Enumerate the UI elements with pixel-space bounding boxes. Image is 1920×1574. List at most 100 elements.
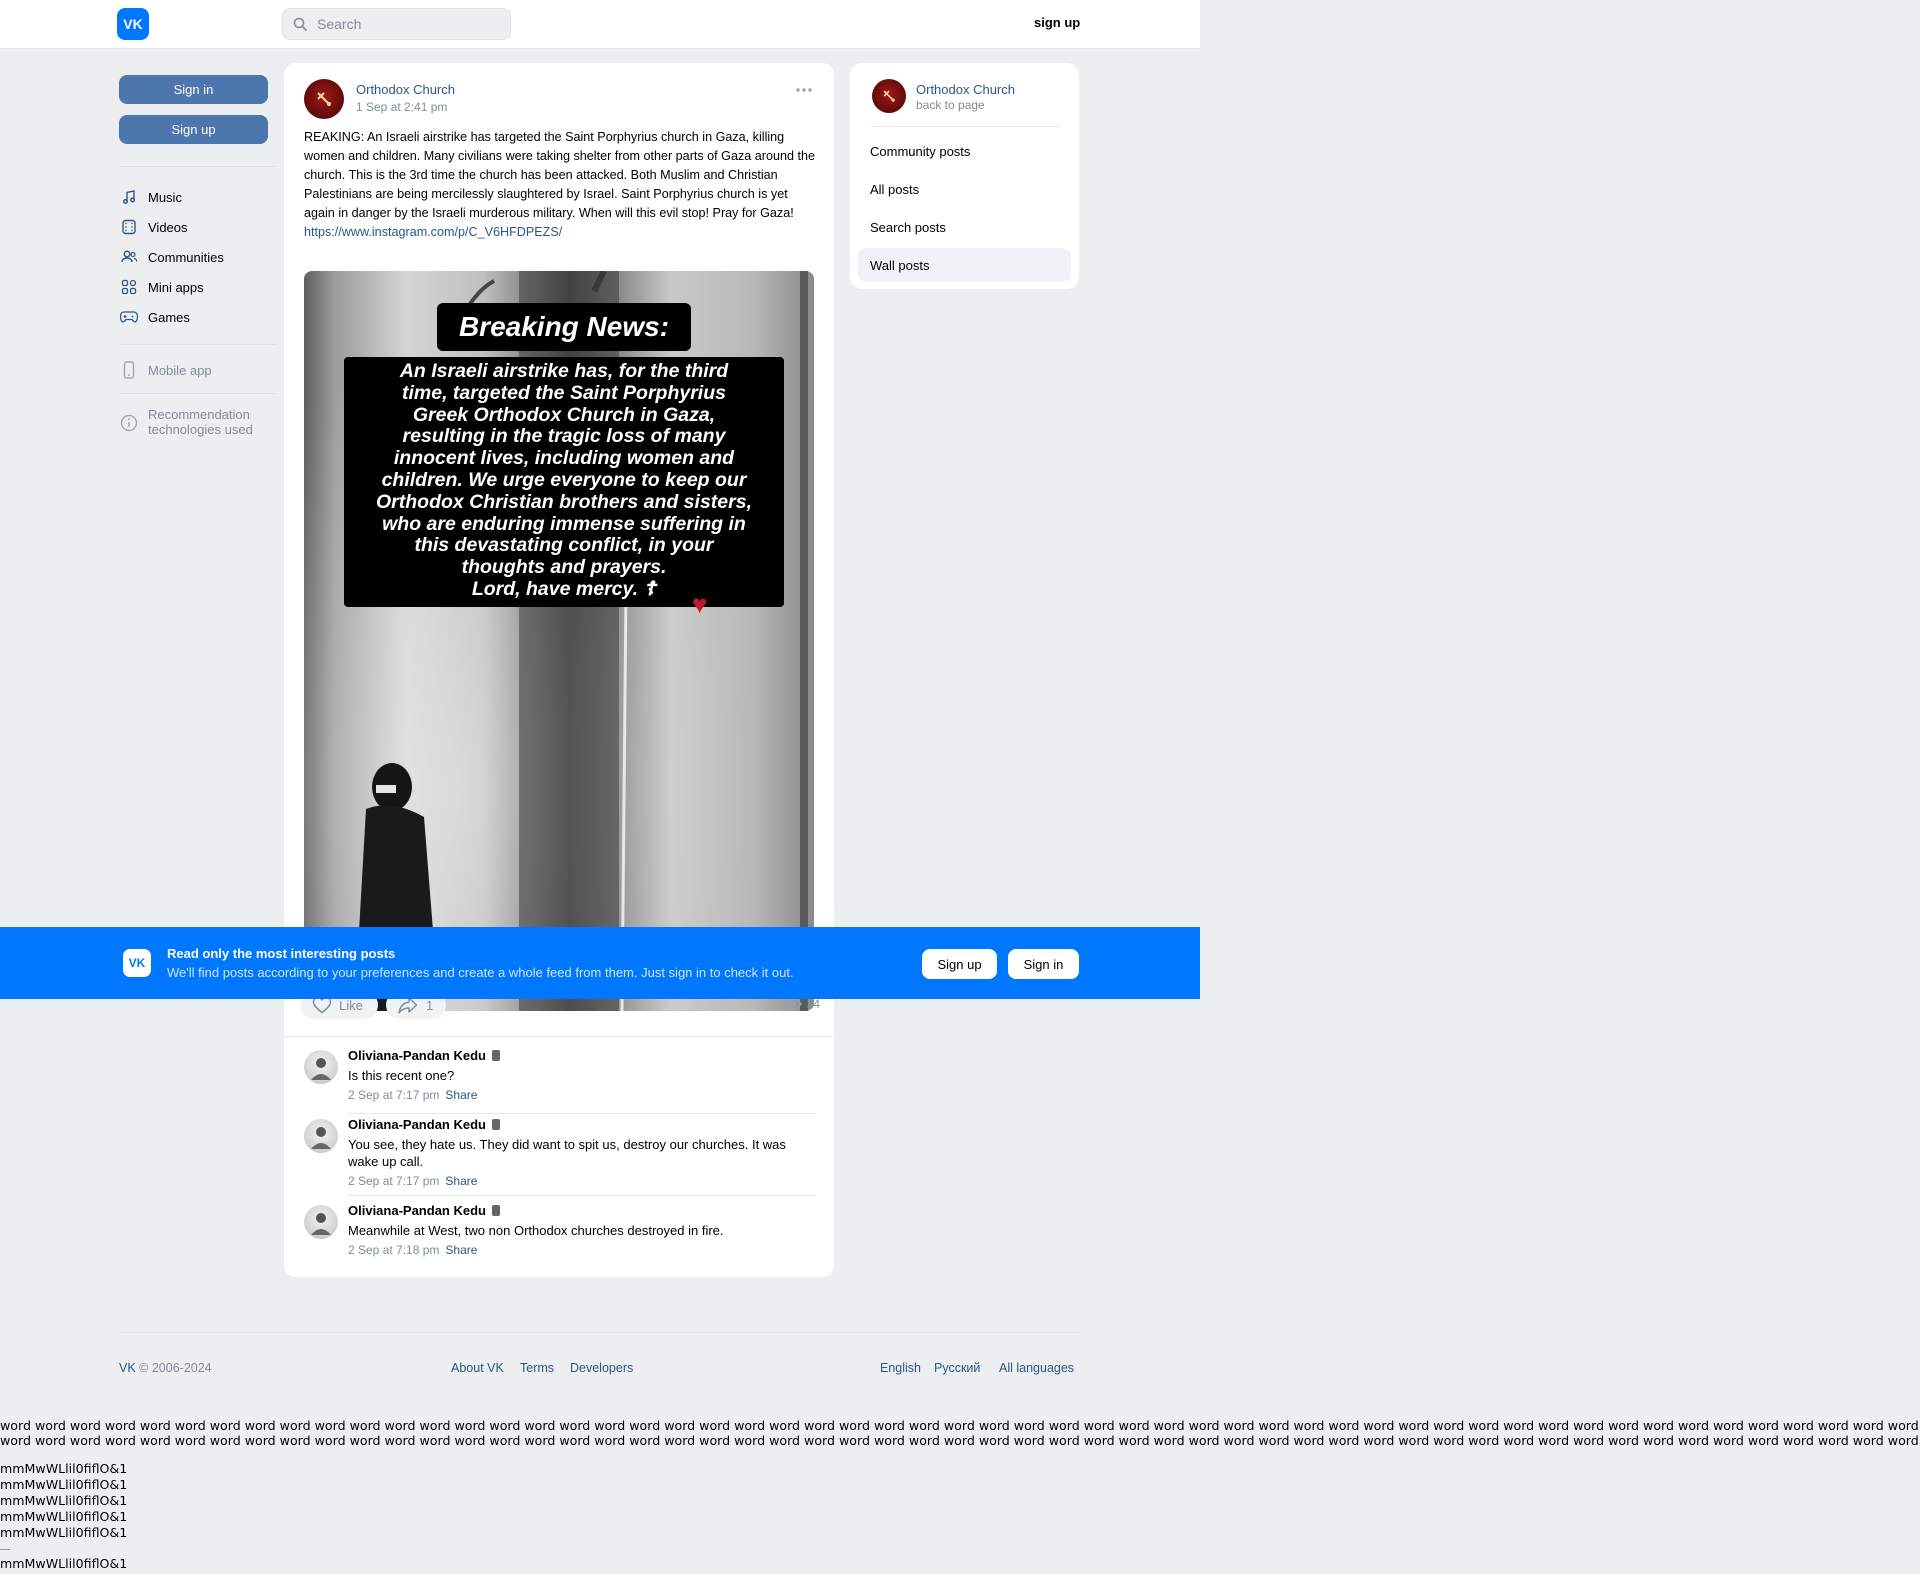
banner-signin-button[interactable]: Sign in [1008, 949, 1079, 979]
panel-item-search-posts[interactable]: Search posts [858, 210, 1071, 244]
signin-button[interactable]: Sign in [119, 75, 268, 104]
comment-share-link[interactable]: Share [445, 1088, 477, 1102]
community-avatar[interactable] [304, 79, 344, 119]
test-rule [0, 1549, 10, 1550]
footer-lang-russian[interactable]: Русский [934, 1361, 980, 1375]
comment-time[interactable]: 2 Sep at 7:17 pm [348, 1174, 439, 1188]
vk-logo[interactable]: VK [117, 8, 149, 40]
post-media[interactable]: Breaking News: An Israeli airstrike has,… [304, 271, 814, 1011]
nav-item-mini-apps[interactable]: Mini apps [119, 276, 204, 298]
comment-text: You see, they hate us. They did want to … [348, 1137, 786, 1169]
nav-item-communities[interactable]: Communities [119, 246, 224, 268]
panel-item-community-posts[interactable]: Community posts [858, 134, 1071, 168]
comment-share-link[interactable]: Share [445, 1174, 477, 1188]
caption-line: thoughts and prayers. [461, 556, 667, 579]
commenter-avatar[interactable] [304, 1205, 338, 1239]
gamepad-icon [119, 307, 139, 327]
nav-item-label: Communities [148, 249, 224, 265]
caption-line: time, targeted the Saint Porphyrius [402, 381, 726, 404]
nav-item-music[interactable]: Music [119, 186, 182, 208]
comment-meta: 2 Sep at 7:17 pm Share [348, 1174, 477, 1188]
more-icon[interactable] [794, 85, 814, 95]
comment-text: Is this recent one? [348, 1068, 455, 1083]
post-body: REAKING: An Israeli airstrike has target… [304, 130, 815, 220]
card-divider [284, 1036, 834, 1037]
views-counter: 24 [785, 997, 820, 1011]
nav-item-mobile-app[interactable]: Mobile app [119, 359, 212, 381]
community-name[interactable]: Orthodox Church [916, 82, 1015, 97]
banner-title: Read only the most interesting posts [167, 946, 396, 961]
banner-signup-button[interactable]: Sign up [922, 949, 997, 979]
footer-all-languages[interactable]: All languages [999, 1361, 1074, 1375]
nav-item-videos[interactable]: Videos [119, 216, 188, 238]
commenter-avatar[interactable] [304, 1119, 338, 1153]
caption-line: this devastating conflict, in your [414, 534, 714, 557]
comment-time[interactable]: 2 Sep at 7:17 pm [348, 1088, 439, 1102]
post-date[interactable]: 1 Sep at 2:41 pm [356, 100, 447, 114]
search-box[interactable] [282, 8, 511, 40]
media-heading: Breaking News: [437, 303, 691, 351]
post-card: Orthodox Church 1 Sep at 2:41 pm REAKING… [284, 63, 834, 1277]
commenter-name-text: Oliviana-Pandan Kedu [348, 1117, 486, 1132]
recommendation-line1: Recommendation [148, 407, 250, 422]
media-caption: An Israeli airstrike has, for the third … [344, 357, 784, 607]
signup-link[interactable]: sign up [1034, 15, 1080, 30]
badge-icon [491, 1050, 500, 1061]
commenter-avatar[interactable] [304, 1050, 338, 1084]
phone-icon [119, 360, 139, 380]
info-icon [119, 413, 139, 433]
test-glyph-line: mmMwWLlil0fiflO&1 [0, 1509, 128, 1524]
back-to-page-link[interactable]: back to page [916, 98, 985, 112]
search-input[interactable] [315, 15, 499, 33]
test-glyph-line: mmMwWLlil0fiflO&1 [0, 1525, 128, 1540]
like-label: Like [339, 997, 363, 1013]
nav-item-label: Mobile app [148, 362, 212, 378]
eye-icon [785, 998, 802, 1010]
commenter-name[interactable]: Oliviana-Pandan Kedu [348, 1203, 500, 1218]
caption-line: Greek Orthodox Church in Gaza, [412, 403, 716, 426]
commenter-name[interactable]: Oliviana-Pandan Kedu [348, 1117, 500, 1132]
views-count: 24 [806, 997, 820, 1011]
badge-icon [491, 1205, 500, 1216]
copyright: VK © 2006-2024 [119, 1361, 212, 1375]
top-bar: VK sign up [0, 0, 1200, 49]
signin-promo-banner: VK Read only the most interesting posts … [0, 927, 1200, 999]
search-icon [293, 17, 307, 31]
music-note-icon [119, 187, 139, 207]
panel-item-wall-posts[interactable]: Wall posts [858, 248, 1071, 282]
comment-share-link[interactable]: Share [445, 1243, 477, 1257]
copyright-years: © 2006-2024 [135, 1361, 212, 1375]
signup-button[interactable]: Sign up [119, 115, 268, 144]
post-text: REAKING: An Israeli airstrike has target… [304, 128, 816, 242]
copyright-brand[interactable]: VK [119, 1361, 136, 1375]
caption-line: children. We urge everyone to keep our [381, 468, 747, 491]
recommendation-line2: technologies used [148, 422, 253, 437]
caption-line: who are enduring immense suffering in [382, 512, 746, 535]
comment-meta: 2 Sep at 7:17 pm Share [348, 1088, 477, 1102]
footer-lang-english[interactable]: English [880, 1361, 921, 1375]
nav-divider [119, 344, 276, 345]
test-glyph-line: mmMwWLlil0fiflO&1 [0, 1556, 128, 1571]
post-link[interactable]: https://www.instagram.com/p/C_V6HFDPEZS/ [304, 223, 816, 242]
post-author[interactable]: Orthodox Church [356, 82, 455, 97]
comment-time[interactable]: 2 Sep at 7:18 pm [348, 1243, 439, 1257]
comment-item: Oliviana-Pandan Kedu Meanwhile at West, … [304, 1203, 816, 1263]
nav-item-recommendation[interactable]: Recommendation technologies used [119, 407, 253, 441]
nav-item-label: Games [148, 309, 190, 325]
recommendation-text: Recommendation technologies used [148, 407, 253, 437]
nav-divider [119, 166, 276, 167]
caption-line: Orthodox Christian brothers and sisters, [376, 490, 752, 513]
footer-link-terms[interactable]: Terms [520, 1361, 554, 1375]
commenter-name[interactable]: Oliviana-Pandan Kedu [348, 1048, 500, 1063]
nav-item-games[interactable]: Games [119, 306, 190, 328]
community-avatar[interactable] [872, 79, 906, 113]
caption-line: innocent lives, including women and [393, 447, 735, 470]
test-glyph-line: mmMwWLlil0fiflO&1 [0, 1477, 128, 1492]
community-side-panel: Orthodox Church back to page Community p… [850, 63, 1079, 289]
comment-item: Oliviana-Pandan Kedu Is this recent one?… [304, 1048, 816, 1108]
footer-link-about[interactable]: About VK [451, 1361, 504, 1375]
vk-logo-text: VK [123, 16, 143, 32]
footer-link-developers[interactable]: Developers [570, 1361, 633, 1375]
cross-icon [317, 92, 331, 106]
panel-item-all-posts[interactable]: All posts [858, 172, 1071, 206]
